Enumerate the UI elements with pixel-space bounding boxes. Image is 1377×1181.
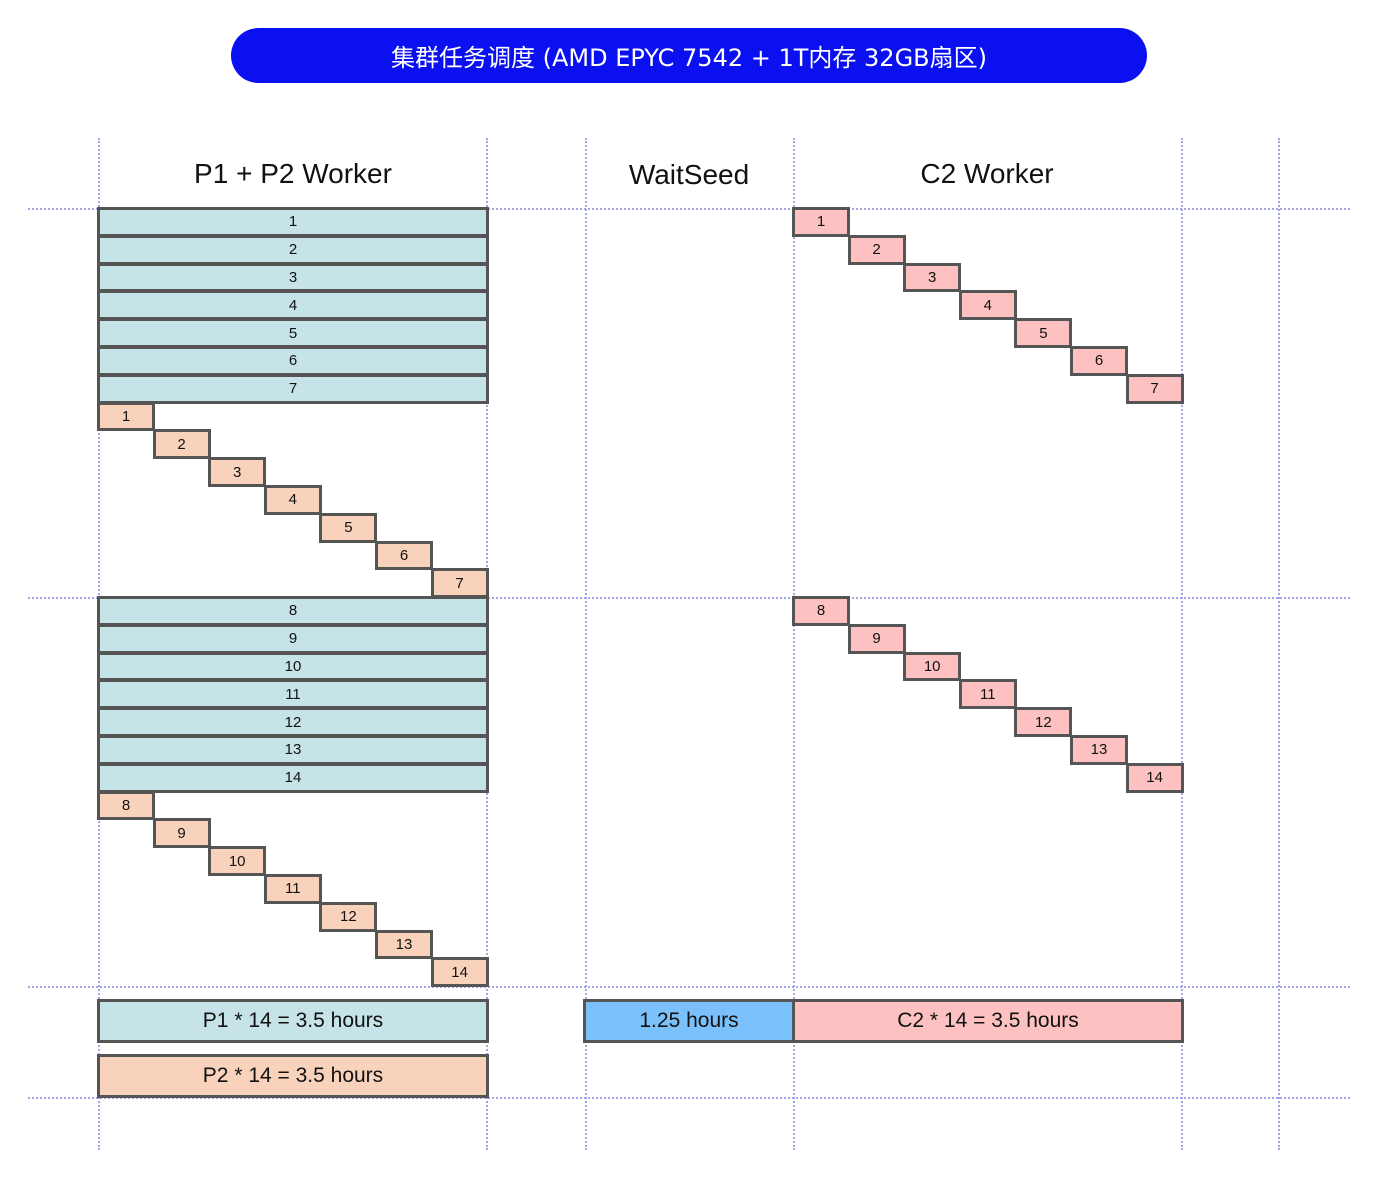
c2-task-block: 4 <box>958 290 1017 321</box>
p2-task-block: 2 <box>152 429 211 460</box>
c2-task-block: 8 <box>792 596 850 626</box>
summary-c2: C2 * 14 = 3.5 hours <box>792 999 1184 1043</box>
p1-task-block: 2 <box>97 234 489 265</box>
c2-task-block: 10 <box>903 651 962 682</box>
p2-task-block: 11 <box>263 874 322 904</box>
c2-task-block: 11 <box>958 679 1017 710</box>
p2-task-block: 12 <box>319 901 378 932</box>
c2-task-block: 13 <box>1070 735 1128 765</box>
c2-task-block: 12 <box>1014 707 1073 737</box>
column-title-waitseed: WaitSeed <box>628 159 750 190</box>
p2-task-block: 14 <box>430 957 489 988</box>
p1-task-block: 6 <box>97 346 489 376</box>
p2-task-block: 3 <box>208 457 267 487</box>
column-title-p1p2: P1 + P2 Worker <box>194 158 392 189</box>
c2-task-block: 14 <box>1125 762 1184 793</box>
c2-task-block: 5 <box>1014 318 1073 348</box>
p1-task-block: 10 <box>97 651 489 682</box>
p1-task-block: 14 <box>97 762 489 793</box>
p2-task-block: 4 <box>263 485 322 515</box>
p2-task-block: 5 <box>319 512 378 543</box>
p2-task-block: 9 <box>152 818 211 849</box>
p1-task-block: 12 <box>97 707 489 737</box>
p1-task-block: 4 <box>97 290 489 321</box>
p1-task-block: 1 <box>97 207 489 237</box>
summary-waitseed: 1.25 hours <box>583 999 795 1043</box>
c2-task-block: 3 <box>903 262 962 293</box>
p2-task-block: 6 <box>375 540 433 571</box>
scheduling-diagram: 集群任务调度 (AMD EPYC 7542 + 1T内存 32GB扇区) P1 … <box>0 0 1377 1181</box>
p1-task-block: 8 <box>97 596 489 626</box>
p1-task-block: 7 <box>97 373 489 404</box>
grid-vline <box>1278 138 1280 1150</box>
c2-task-block: 9 <box>847 623 906 654</box>
p1-task-block: 13 <box>97 735 489 765</box>
c2-task-block: 6 <box>1070 346 1128 376</box>
column-title-c2: C2 Worker <box>920 158 1054 189</box>
c2-task-block: 7 <box>1125 373 1184 404</box>
p1-task-block: 9 <box>97 623 489 654</box>
grid-hline <box>28 986 1350 988</box>
diagram-title: 集群任务调度 (AMD EPYC 7542 + 1T内存 32GB扇区) <box>231 28 1147 83</box>
p1-task-block: 11 <box>97 679 489 710</box>
p2-task-block: 13 <box>375 929 433 960</box>
p2-task-block: 8 <box>97 790 155 821</box>
p2-task-block: 1 <box>97 401 155 432</box>
p1-task-block: 5 <box>97 318 489 348</box>
p2-task-block: 10 <box>208 846 267 876</box>
p2-task-block: 7 <box>430 568 489 599</box>
c2-task-block: 1 <box>792 207 850 237</box>
c2-task-block: 2 <box>847 234 906 265</box>
p1-task-block: 3 <box>97 262 489 293</box>
summary-p1: P1 * 14 = 3.5 hours <box>97 999 489 1043</box>
summary-p2: P2 * 14 = 3.5 hours <box>97 1054 489 1098</box>
